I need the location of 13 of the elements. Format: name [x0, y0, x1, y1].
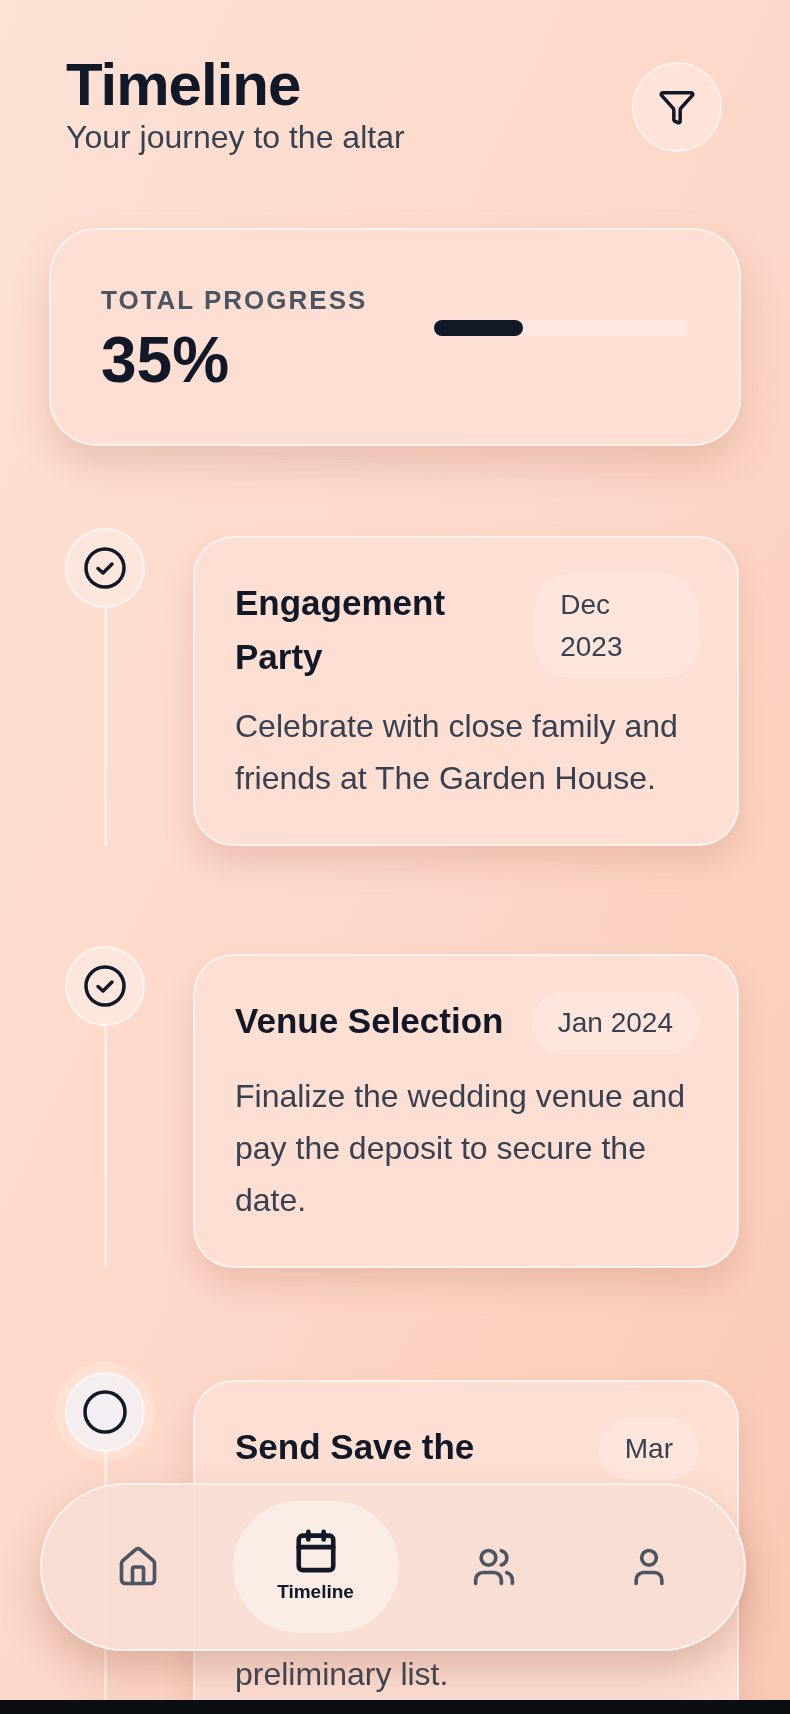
progress-label: TOTAL PROGRESS	[101, 283, 368, 317]
date-badge: Jan 2024	[531, 992, 699, 1054]
milestone-description: Finalize the wedding venue and pay the deposit to secure the date.	[235, 1077, 687, 1220]
milestone-description: preliminary list.	[235, 1655, 450, 1694]
milestone-title: Send Save the	[235, 1426, 475, 1468]
progress-value: 35%	[101, 325, 231, 394]
date-badge: Dec 2023	[534, 574, 699, 678]
date-badge: Mar	[598, 1418, 699, 1480]
page-subtitle: Your journey to the altar	[66, 118, 405, 156]
milestone-title: Venue Selection	[235, 1000, 504, 1042]
milestone-description: Celebrate with close family and friends at The Garden House.	[235, 707, 679, 798]
milestone-title: Engagement Party	[235, 582, 447, 678]
page-title: Timeline	[66, 52, 302, 118]
